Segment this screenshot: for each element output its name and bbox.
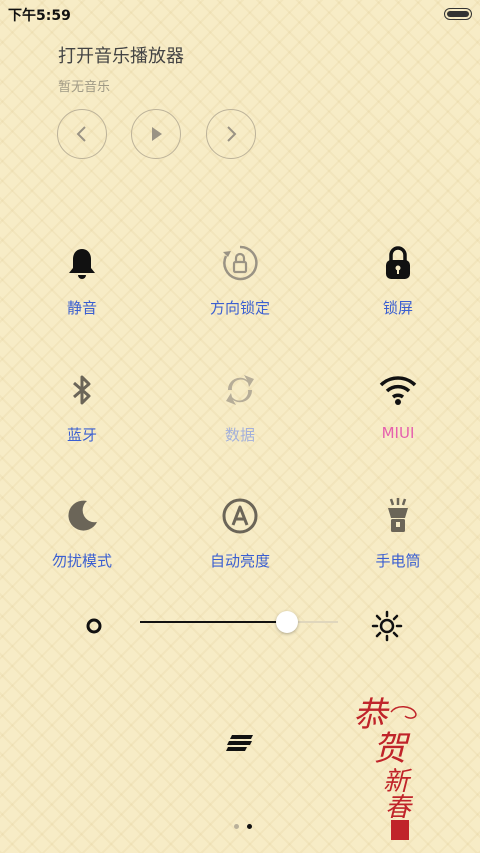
toggle-auto-brightness[interactable]: 自动亮度 bbox=[175, 496, 305, 571]
chevron-right-icon bbox=[227, 126, 237, 142]
battery-icon bbox=[444, 8, 472, 20]
bell-icon bbox=[69, 249, 95, 279]
play-button[interactable] bbox=[131, 109, 181, 159]
wifi-icon bbox=[379, 376, 417, 405]
chevron-left-icon bbox=[76, 126, 86, 142]
brightness-high-icon bbox=[371, 610, 403, 642]
toggle-label: 锁屏 bbox=[382, 299, 413, 317]
music-title[interactable]: 打开音乐播放器 bbox=[58, 42, 184, 68]
status-bar: 下午5:59 bbox=[0, 0, 480, 28]
lock-icon bbox=[386, 246, 410, 279]
next-button[interactable] bbox=[206, 109, 256, 159]
rotation-lock-icon bbox=[223, 245, 258, 281]
new-year-calligraphy-decoration: 恭 贺 新 春 bbox=[353, 695, 417, 840]
toggle-label: 数据 bbox=[224, 426, 255, 444]
toggle-do-not-disturb[interactable]: 勿扰模式 bbox=[17, 496, 147, 571]
toggle-label: MIUI bbox=[381, 424, 415, 442]
collapse-handle-icon[interactable] bbox=[226, 734, 254, 752]
page-indicator bbox=[230, 814, 256, 833]
toggle-lock-screen[interactable]: 锁屏 bbox=[333, 243, 463, 318]
auto-brightness-icon bbox=[222, 498, 258, 534]
play-icon bbox=[152, 127, 162, 141]
previous-button[interactable] bbox=[57, 109, 107, 159]
toggle-rotation-lock[interactable]: 方向锁定 bbox=[175, 243, 305, 318]
toggle-label: 手电筒 bbox=[375, 552, 421, 570]
svg-text:贺: 贺 bbox=[373, 729, 411, 769]
toggle-bluetooth[interactable]: 蓝牙 bbox=[17, 370, 147, 445]
brightness-slider[interactable] bbox=[140, 611, 338, 633]
toggle-flashlight[interactable]: 手电筒 bbox=[333, 496, 463, 571]
svg-text:春: 春 bbox=[385, 793, 414, 823]
music-subtitle: 暂无音乐 bbox=[58, 80, 111, 95]
toggle-mobile-data[interactable]: 数据 bbox=[175, 370, 305, 445]
page-dot[interactable] bbox=[234, 824, 239, 829]
moon-icon bbox=[68, 500, 97, 531]
toggle-label: 方向锁定 bbox=[209, 299, 270, 317]
music-player-card[interactable]: 打开音乐播放器 暂无音乐 bbox=[58, 42, 184, 95]
brightness-slider-thumb[interactable] bbox=[275, 611, 298, 633]
page-dot-active[interactable] bbox=[247, 824, 252, 829]
toggle-wifi[interactable]: MIUI bbox=[333, 370, 463, 442]
bluetooth-icon bbox=[73, 375, 91, 405]
flashlight-icon bbox=[388, 498, 408, 532]
brightness-low-icon bbox=[86, 618, 102, 634]
toggle-label: 自动亮度 bbox=[209, 552, 270, 570]
toggle-label: 蓝牙 bbox=[66, 426, 97, 444]
toggle-label: 勿扰模式 bbox=[51, 552, 112, 570]
toggle-mute[interactable]: 静音 bbox=[17, 243, 147, 318]
data-sync-icon bbox=[226, 375, 254, 405]
toggle-label: 静音 bbox=[66, 299, 97, 317]
brightness-slider-fill bbox=[140, 621, 287, 623]
status-time: 下午5:59 bbox=[8, 8, 71, 24]
